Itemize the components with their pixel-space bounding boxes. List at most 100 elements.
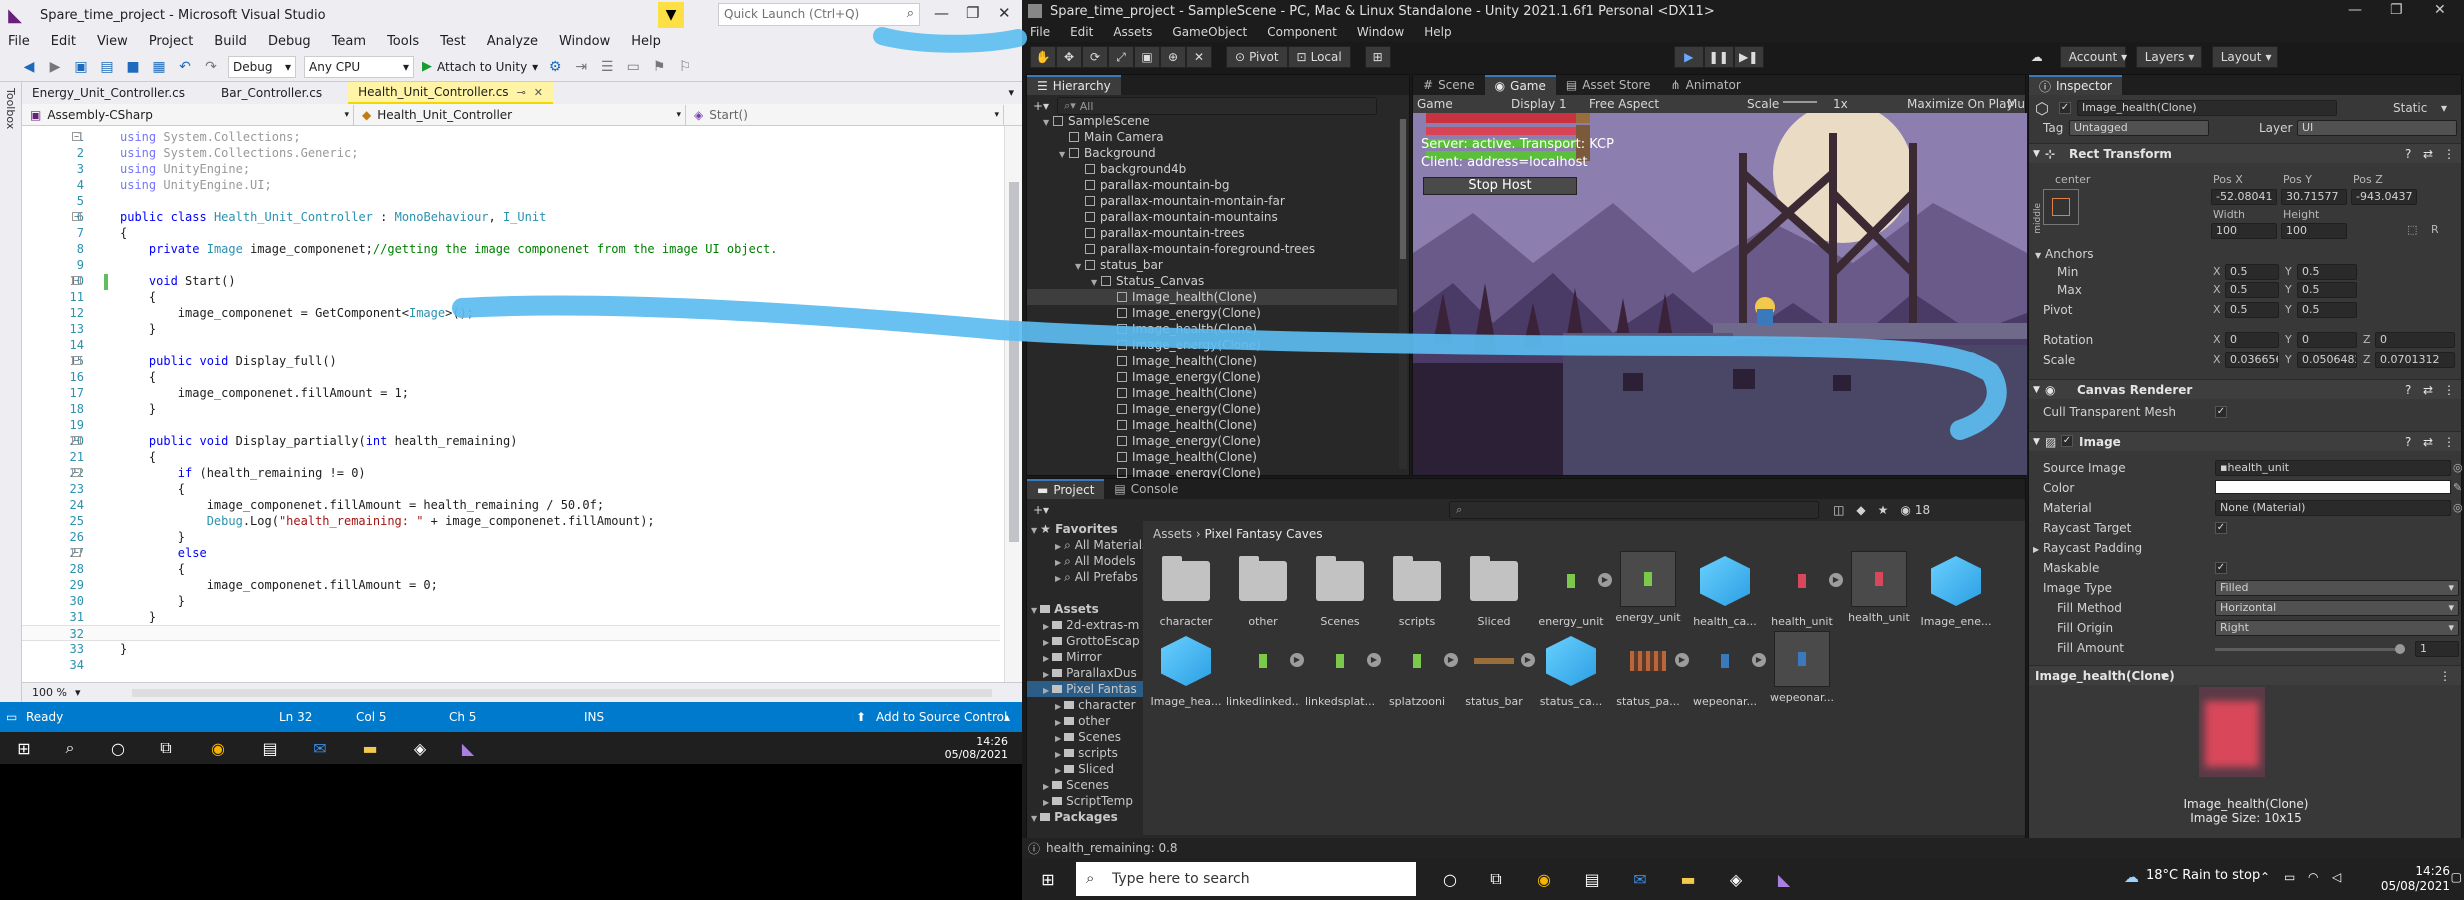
member-dropdown[interactable]: ◈ Start() ▾ <box>686 104 1004 125</box>
restore-icon[interactable]: ❐ <box>966 4 979 22</box>
pivot-y-field[interactable]: 0.5 <box>2297 302 2357 318</box>
code-line[interactable]: 11 { <box>22 289 1000 305</box>
asset-item[interactable]: ▶ splatzooni <box>1380 631 1458 708</box>
code-line[interactable]: 18 } <box>22 401 1000 417</box>
image-component-header[interactable]: ▼ ▨ ✓ Image ? ⇄ ⋮ <box>2029 431 2461 451</box>
tab-game[interactable]: ◉ Game <box>1484 75 1556 95</box>
expand-arrow-icon[interactable]: ▶ <box>1043 638 1049 647</box>
asset-item[interactable]: other <box>1226 551 1300 628</box>
more-icon[interactable]: ⋮ <box>2443 147 2455 161</box>
fill-origin-dropdown[interactable]: Right ▾ <box>2215 620 2459 636</box>
minimize-icon[interactable]: — <box>2348 2 2362 18</box>
max-y-field[interactable]: 0.5 <box>2297 282 2357 298</box>
unity-menu-edit[interactable]: Edit <box>1070 25 1093 39</box>
fill-amount-field[interactable]: 1 <box>2415 641 2459 657</box>
rect-tool-icon[interactable]: ▣ <box>1134 46 1160 68</box>
max-x-field[interactable]: 0.5 <box>2225 282 2279 298</box>
tab-health-unit-controller[interactable]: Health_Unit_Controller.cs ⊸ ✕ <box>348 82 553 104</box>
asset-item[interactable]: scripts <box>1380 551 1454 628</box>
project-tree-item[interactable]: ▶ Mirror <box>1027 649 1143 665</box>
code-line[interactable]: 32 <box>22 625 1000 641</box>
hierarchy-item[interactable]: Image_health(Clone) <box>1027 449 1397 465</box>
close-tab-icon[interactable]: ✕ <box>534 86 543 99</box>
code-line[interactable]: 26 } <box>22 529 1000 545</box>
material-field[interactable]: None (Material) <box>2215 500 2451 516</box>
expand-arrow-icon[interactable]: ▶ <box>1055 750 1061 759</box>
asset-item[interactable]: ▶ linkedlinked... <box>1226 631 1304 708</box>
project-tree-item[interactable]: ▶ ParallaxDus <box>1027 665 1143 681</box>
task-view-icon[interactable]: ⧉ <box>154 736 178 760</box>
windows-start-icon[interactable]: ⊞ <box>12 736 36 760</box>
height-field[interactable]: 100 <box>2281 223 2347 239</box>
cull-transparent-mesh-checkbox[interactable]: ✓ <box>2215 406 2227 418</box>
play-button[interactable]: ▶ <box>1673 46 1704 68</box>
expand-arrow-icon[interactable]: ▶ <box>1055 558 1061 567</box>
maskable-checkbox[interactable]: ✓ <box>2215 562 2227 574</box>
code-line[interactable]: 23 { <box>22 481 1000 497</box>
project-search-input[interactable]: ⌕ <box>1449 501 1820 519</box>
hierarchy-item[interactable]: ▼ status_bar <box>1027 257 1397 273</box>
asset-item[interactable]: ▶ status_bar <box>1457 631 1535 708</box>
code-line[interactable]: 10 void Start() − <box>22 273 1000 289</box>
favorites-star-icon[interactable]: ★ <box>1878 503 1889 517</box>
expand-arrow-icon[interactable]: ▶ <box>1043 686 1049 695</box>
volume-icon[interactable]: ◁ <box>2332 870 2341 884</box>
close-icon[interactable]: ✕ <box>2434 2 2446 18</box>
chrome-icon[interactable]: ◉ <box>1532 867 1556 891</box>
editor-vertical-scrollbar[interactable] <box>1004 126 1022 682</box>
weather-widget[interactable]: 18°C Rain to stop <box>2146 868 2260 883</box>
indent-icon[interactable]: ☰ <box>598 58 616 76</box>
min-x-field[interactable]: 0.5 <box>2225 264 2279 280</box>
project-tree-item[interactable]: ▶ character <box>1027 697 1143 713</box>
breadcrumb-assets[interactable]: Assets <box>1153 527 1192 541</box>
close-icon[interactable]: ✕ <box>998 4 1011 22</box>
maximize-on-play-toggle[interactable]: Maximize On Play <box>1907 97 2014 111</box>
project-dropdown[interactable]: ▣ Assembly-CSharp ▾ <box>22 104 354 125</box>
pivot-toggle[interactable]: ⊙ Pivot <box>1226 46 1288 68</box>
project-tree-item[interactable]: ▶ GrottoEscap <box>1027 633 1143 649</box>
fold-toggle-icon[interactable]: − <box>72 212 81 221</box>
expand-sprite-icon[interactable]: ▶ <box>1290 653 1304 667</box>
code-line[interactable]: 9 <box>22 257 1000 273</box>
collab-icon[interactable]: ☁ <box>2024 46 2050 68</box>
add-icon[interactable]: +▾ <box>1033 99 1049 113</box>
expand-arrow-icon[interactable]: ▶ <box>1043 798 1049 807</box>
pause-button[interactable]: ❚❚ <box>1703 46 1734 68</box>
preset-icon[interactable]: ⇄ <box>2423 147 2433 161</box>
scale-y-field[interactable]: 0.0506482 <box>2297 352 2357 368</box>
code-line[interactable]: 5 <box>22 193 1000 209</box>
hierarchy-item[interactable]: Main Camera <box>1027 129 1397 145</box>
menu-test[interactable]: Test <box>440 34 466 49</box>
local-toggle[interactable]: ⊡ Local <box>1287 46 1351 68</box>
cortana-icon[interactable]: ○ <box>1438 867 1462 891</box>
hierarchy-item[interactable]: Image_energy(Clone) <box>1027 433 1397 449</box>
object-name-field[interactable]: Image_health(Clone) <box>2077 100 2337 116</box>
hierarchy-item[interactable]: ▼ SampleScene <box>1027 113 1397 129</box>
hierarchy-item[interactable]: parallax-mountain-foreground-trees <box>1027 241 1397 257</box>
mail-icon[interactable]: ✉ <box>1628 867 1652 891</box>
rotation-z-field[interactable]: 0 <box>2375 332 2455 348</box>
code-line[interactable]: 25 Debug.Log("health_remaining: " + imag… <box>22 513 1000 529</box>
menu-help[interactable]: Help <box>631 34 661 49</box>
scale-slider[interactable] <box>1783 101 1817 103</box>
menu-build[interactable]: Build <box>214 34 247 49</box>
hierarchy-item[interactable]: parallax-mountain-bg <box>1027 177 1397 193</box>
layout-dropdown[interactable]: Layout ▾ <box>2211 46 2278 68</box>
store-icon[interactable]: ▤ <box>258 736 282 760</box>
more-icon[interactable]: ⋮ <box>2443 435 2455 449</box>
code-line[interactable]: 20 public void Display_partially(int hea… <box>22 433 1000 449</box>
code-line[interactable]: 33} <box>22 641 1000 657</box>
asset-item[interactable]: character <box>1149 551 1223 628</box>
code-line[interactable]: 2 using System.Collections.Generic; <box>22 145 1000 161</box>
attach-to-unity-button[interactable]: ▶ Attach to Unity ▾ <box>422 59 538 74</box>
fold-toggle-icon[interactable]: − <box>72 276 81 285</box>
console-last-message[interactable]: health_remaining: 0.8 <box>1046 841 1178 855</box>
visual-studio-taskbar-icon[interactable]: ◣ <box>456 736 480 760</box>
preview-header[interactable]: Image_health(Clone) ▾ ⋮ <box>2029 665 2461 685</box>
hierarchy-item[interactable]: Image_health(Clone) <box>1027 353 1397 369</box>
transform-tool-icon[interactable]: ⊕ <box>1160 46 1186 68</box>
anchors-row[interactable]: ▼ Anchors <box>2035 247 2094 261</box>
asset-item[interactable]: ▶ linkedsplat... <box>1303 631 1381 708</box>
scrollbar-thumb[interactable] <box>1400 119 1406 259</box>
comment-icon[interactable]: ▭ <box>624 58 642 76</box>
